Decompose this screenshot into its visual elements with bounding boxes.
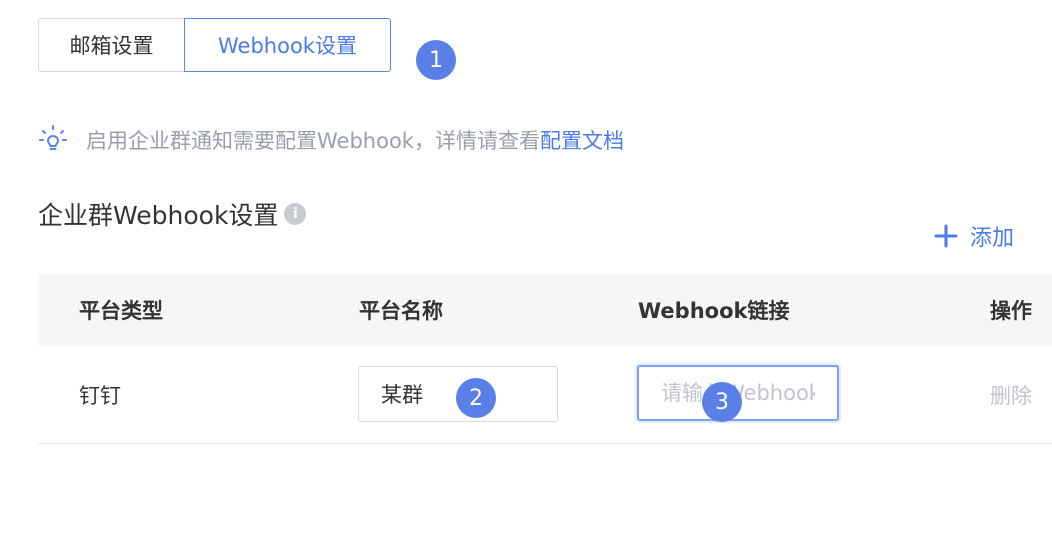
tab-webhook-settings[interactable]: Webhook设置: [184, 18, 391, 72]
settings-tabs: 邮箱设置 Webhook设置: [38, 18, 391, 72]
config-docs-link[interactable]: 配置文档: [540, 125, 624, 155]
column-header-platform-type: 平台类型: [79, 299, 163, 323]
delete-button[interactable]: 删除: [990, 346, 1032, 444]
column-header-webhook-link: Webhook链接: [638, 299, 790, 323]
section-title-text: 企业群Webhook设置: [38, 201, 279, 230]
webhook-settings-page: 邮箱设置 Webhook设置 1 启用企业群通知需要配置Webhook，详情请查…: [0, 0, 1052, 540]
add-button[interactable]: 添加: [934, 220, 1014, 252]
tab-email-settings[interactable]: 邮箱设置: [38, 18, 185, 72]
plus-icon: [934, 224, 958, 248]
table-header: 平台类型 平台名称 Webhook链接 操作: [38, 274, 1052, 346]
info-icon[interactable]: i: [284, 203, 307, 225]
lightbulb-icon: [39, 125, 67, 150]
column-header-platform-name: 平台名称: [359, 299, 443, 323]
hint-line: 启用企业群通知需要配置Webhook，详情请查看 配置文档: [38, 124, 624, 156]
annotation-badge-1: 1: [416, 40, 456, 80]
annotation-badge-3: 3: [702, 382, 742, 422]
annotation-badge-2: 2: [456, 378, 496, 418]
section-title: 企业群Webhook设置 i: [38, 196, 307, 232]
column-header-actions: 操作: [990, 299, 1032, 323]
platform-type-cell: 钉钉: [79, 384, 121, 408]
add-button-label: 添加: [970, 226, 1015, 251]
hint-text: 启用企业群通知需要配置Webhook，详情请查看: [86, 129, 540, 153]
table-row: 钉钉 删除: [38, 346, 1052, 444]
